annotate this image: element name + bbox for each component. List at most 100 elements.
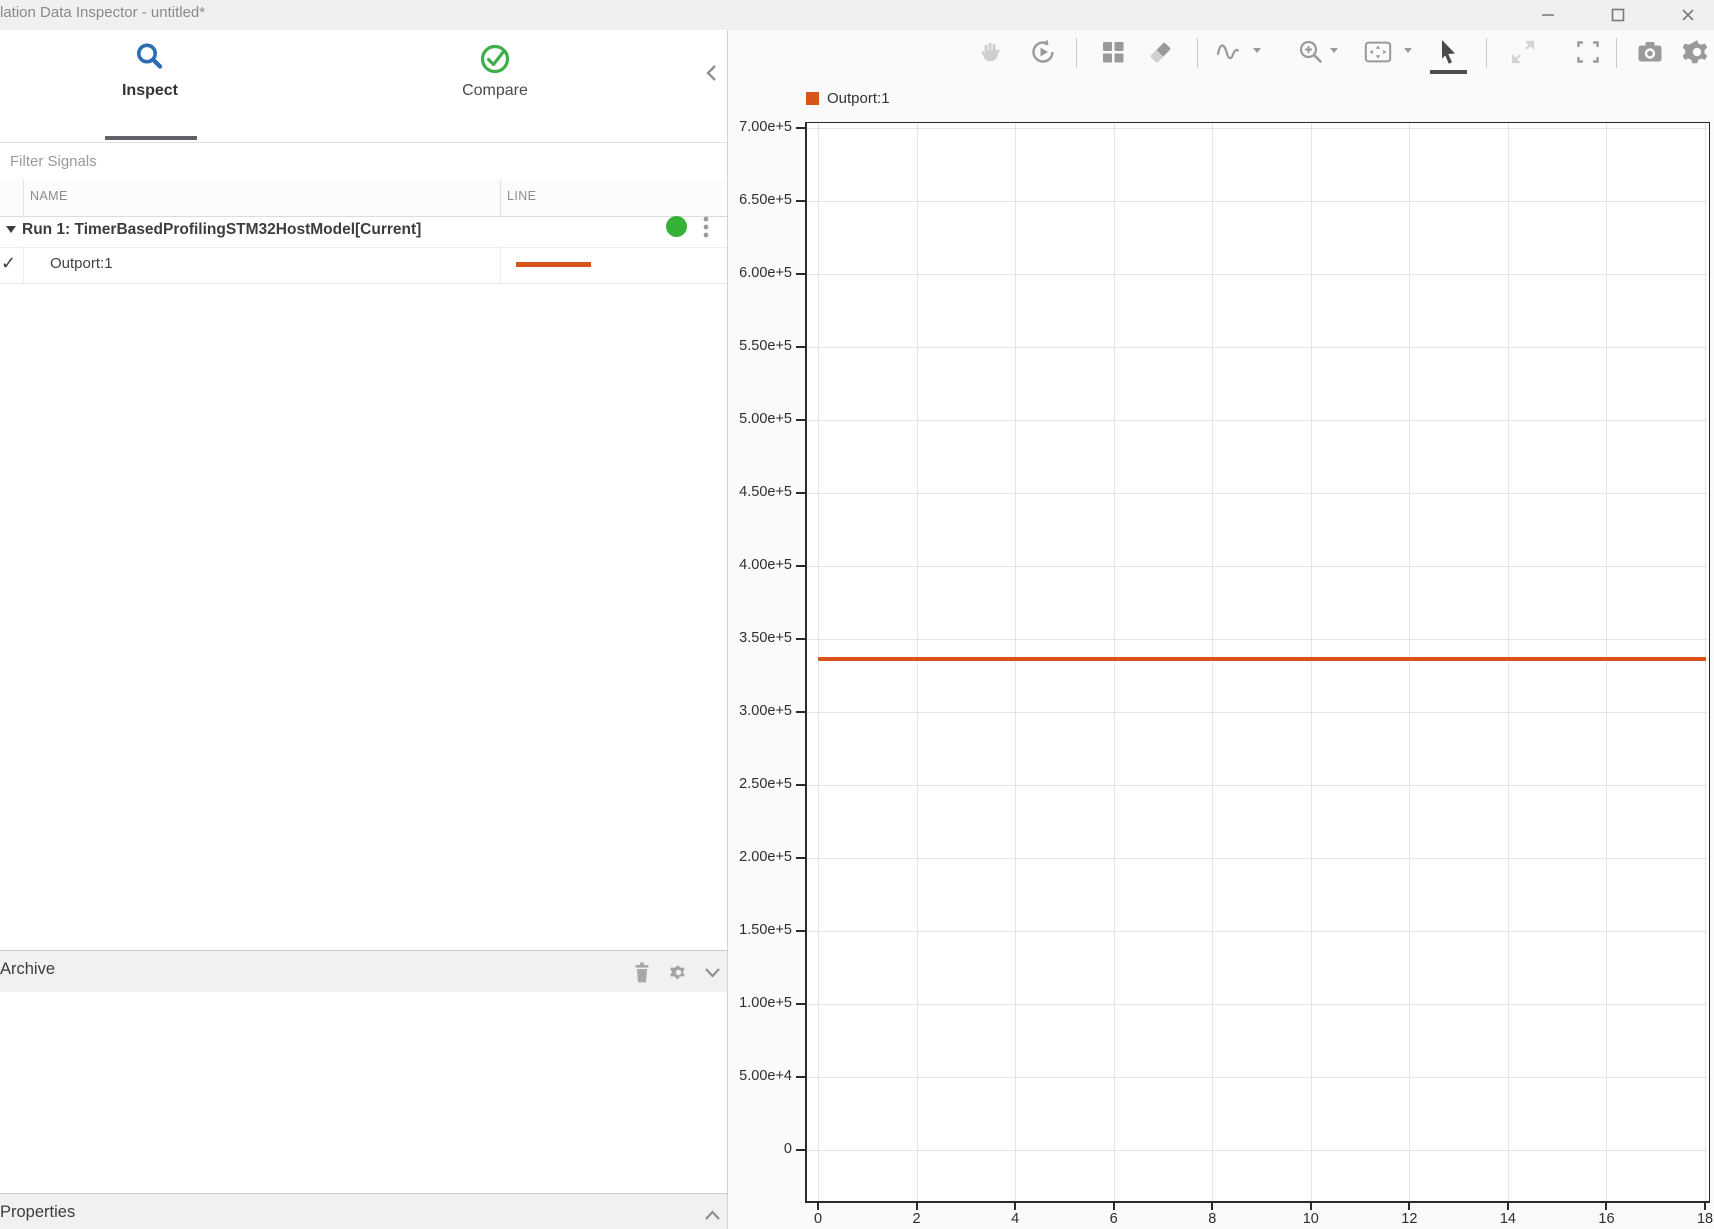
legend-label: Outport:1 (827, 90, 890, 107)
x-tick-label: 6 (1092, 1211, 1136, 1227)
fit-to-view-dropdown-caret[interactable] (1404, 48, 1412, 53)
arrow-cursor-icon (1435, 38, 1461, 66)
x-gridline (1409, 123, 1410, 1201)
layout-grid-button[interactable] (1098, 37, 1128, 67)
settings-gear-icon (1683, 38, 1711, 66)
y-tick-label: 3.50e+5 (720, 630, 792, 646)
fullscreen-icon (1575, 39, 1601, 65)
plot-legend[interactable]: Outport:1 (806, 88, 890, 108)
column-divider (23, 179, 24, 216)
run-row[interactable]: Run 1: TimerBasedProfilingSTM32HostModel… (0, 216, 727, 248)
y-tick-mark (796, 273, 805, 275)
chevron-left-icon (705, 64, 719, 82)
filter-signals-row (0, 142, 727, 180)
archive-bar[interactable]: Archive (0, 950, 727, 992)
zoom-in-button[interactable] (1296, 37, 1326, 67)
signal-wave-icon (1214, 38, 1242, 66)
inspect-magnifier-icon (90, 38, 210, 78)
signal-display-button[interactable] (1213, 37, 1243, 67)
x-gridline (917, 123, 918, 1201)
y-tick-mark (796, 127, 805, 129)
properties-expand-button[interactable] (699, 1202, 725, 1228)
x-tick-mark (1310, 1203, 1312, 1210)
y-tick-label: 4.50e+5 (720, 484, 792, 500)
toolbar-separator (1197, 38, 1198, 68)
x-tick-mark (1014, 1203, 1016, 1210)
collapse-panel-button[interactable] (700, 61, 724, 85)
chevron-down-icon (704, 967, 721, 978)
clear-plots-button[interactable] (1145, 37, 1175, 67)
archive-settings-button[interactable] (665, 959, 691, 985)
x-tick-label: 18 (1683, 1211, 1714, 1227)
x-gridline (1606, 123, 1607, 1201)
x-tick-mark (1704, 1203, 1706, 1210)
replay-button[interactable] (1028, 37, 1058, 67)
signal-checkbox[interactable]: ✓ (1, 253, 16, 274)
snapshot-button[interactable] (1635, 37, 1665, 67)
x-tick-label: 0 (796, 1211, 840, 1227)
cursor-tool-button[interactable] (1433, 37, 1463, 67)
replay-icon (1029, 38, 1057, 66)
x-tick-label: 16 (1584, 1211, 1628, 1227)
y-tick-mark (796, 492, 805, 494)
x-tick-label: 2 (895, 1211, 939, 1227)
eraser-icon (1146, 38, 1174, 66)
tab-compare[interactable]: Compare (435, 38, 555, 100)
fit-to-view-icon (1363, 38, 1393, 66)
y-gridline (807, 566, 1708, 567)
minimize-button[interactable] (1537, 4, 1559, 26)
cursor-tool-active-underline (1430, 70, 1467, 74)
run-expand-caret-icon[interactable] (6, 226, 16, 233)
y-tick-mark (796, 1149, 805, 1151)
x-tick-label: 4 (993, 1211, 1037, 1227)
y-tick-label: 5.00e+4 (720, 1068, 792, 1084)
x-gridline (818, 123, 819, 1201)
zoom-dropdown-caret[interactable] (1330, 48, 1338, 53)
close-button[interactable] (1677, 4, 1699, 26)
x-gridline (1311, 123, 1312, 1201)
signal-row-outport1[interactable]: ✓ Outport:1 (0, 247, 727, 284)
filter-signals-input[interactable] (8, 152, 702, 171)
minimize-icon (1540, 7, 1556, 23)
y-tick-mark (796, 346, 805, 348)
signals-table-header: NAME LINE (0, 179, 727, 217)
active-tab-underline (105, 136, 197, 140)
layout-grid-icon (1100, 39, 1126, 65)
tab-inspect-label: Inspect (90, 82, 210, 100)
maximize-button[interactable] (1607, 4, 1629, 26)
expand-plot-button[interactable] (1508, 37, 1538, 67)
y-tick-mark (796, 200, 805, 202)
y-gridline (807, 493, 1708, 494)
x-tick-mark (1507, 1203, 1509, 1210)
x-gridline (1212, 123, 1213, 1201)
signal-display-dropdown-caret[interactable] (1253, 48, 1261, 53)
y-gridline (807, 201, 1708, 202)
x-tick-mark (1113, 1203, 1115, 1210)
x-tick-mark (817, 1203, 819, 1210)
y-gridline (807, 1077, 1708, 1078)
y-tick-label: 6.00e+5 (720, 265, 792, 281)
fit-to-view-button[interactable] (1363, 37, 1393, 67)
archive-delete-button[interactable] (629, 959, 655, 985)
signal-trace-outport1[interactable] (818, 657, 1706, 661)
column-divider (500, 247, 501, 283)
maximize-icon (1610, 7, 1626, 23)
x-tick-label: 12 (1387, 1211, 1431, 1227)
pan-tool-button[interactable] (976, 37, 1006, 67)
y-tick-mark (796, 565, 805, 567)
properties-bar[interactable]: Properties (0, 1193, 727, 1229)
fullscreen-button[interactable] (1573, 37, 1603, 67)
run-options-menu-button[interactable] (698, 214, 714, 240)
y-gridline (807, 347, 1708, 348)
pan-hand-icon (979, 40, 1003, 64)
x-tick-label: 10 (1289, 1211, 1333, 1227)
plot-settings-button[interactable] (1682, 37, 1712, 67)
archive-collapse-button[interactable] (699, 959, 725, 985)
camera-icon (1636, 39, 1664, 65)
x-tick-mark (1605, 1203, 1607, 1210)
compare-check-icon (435, 38, 555, 78)
tab-inspect[interactable]: Inspect (90, 38, 210, 100)
x-tick-mark (1408, 1203, 1410, 1210)
signal-line-style-sample[interactable] (516, 262, 591, 267)
y-gridline (807, 785, 1708, 786)
